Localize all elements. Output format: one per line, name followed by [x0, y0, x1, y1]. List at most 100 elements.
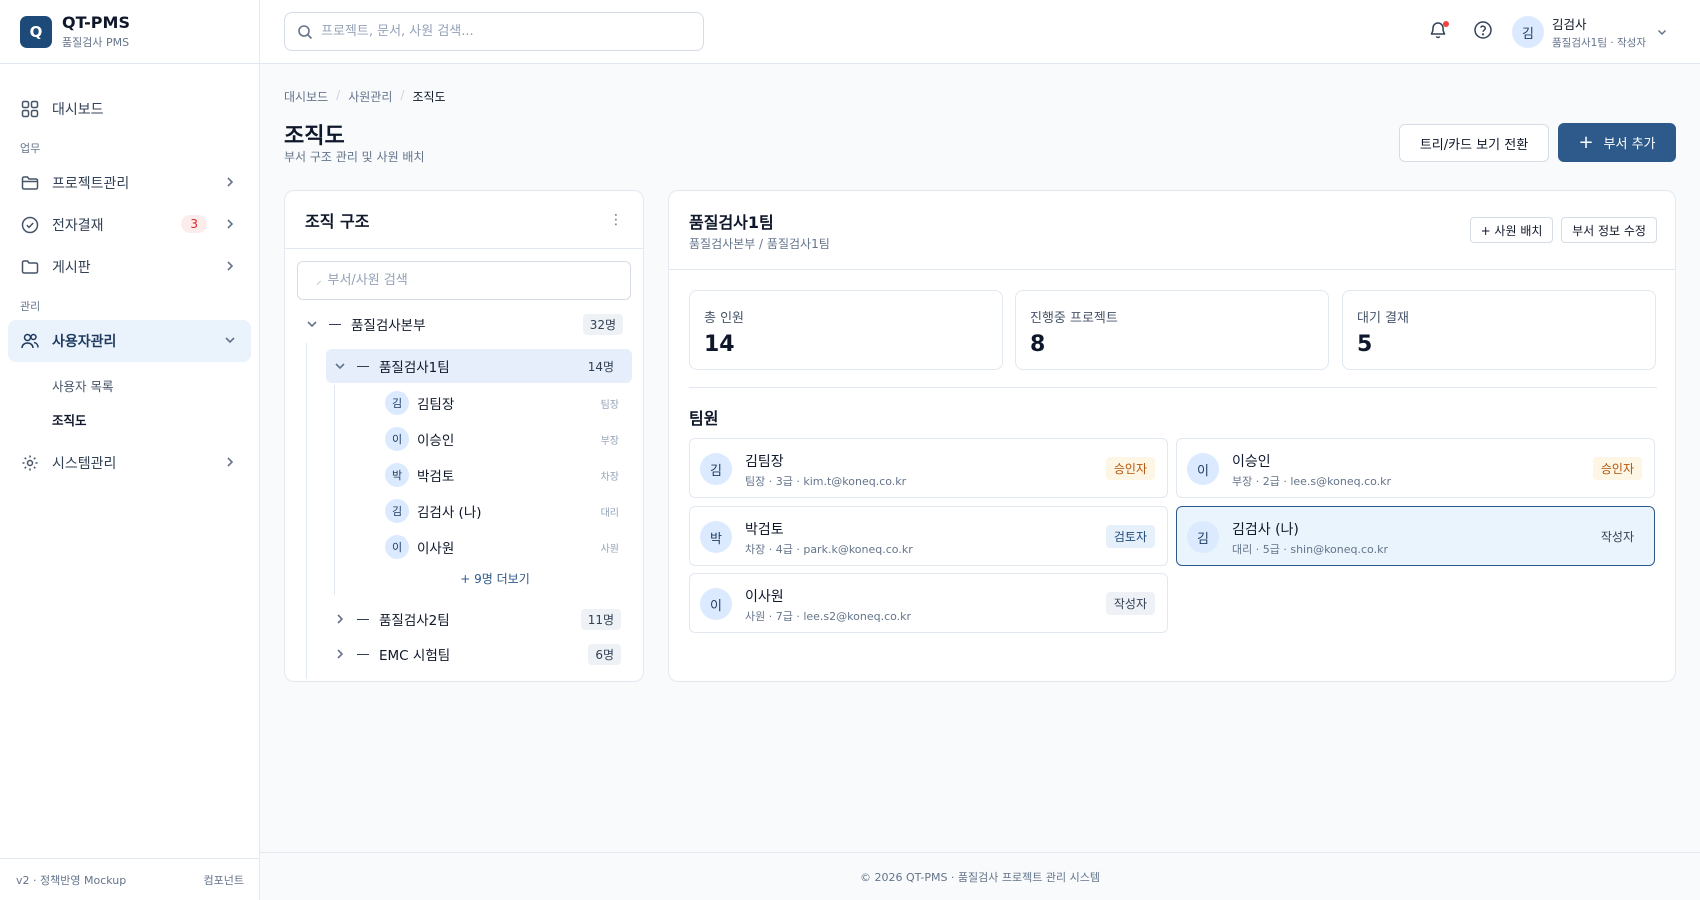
tree-member[interactable]: 박 박검토 차장: [385, 460, 619, 490]
avatar: 이: [385, 535, 409, 559]
department-detail-panel: 품질검사1팀 품질검사본부 / 품질검사1팀 + 사원 배치 부서 정보 수정 …: [668, 190, 1676, 682]
brand-logo: Q: [20, 15, 52, 48]
search-input[interactable]: [321, 24, 681, 39]
chevron-down-icon: [223, 333, 237, 347]
brand[interactable]: Q QT-PMS 품질검사 PMS: [0, 0, 259, 64]
sidebar-item-projects[interactable]: 프로젝트관리: [8, 162, 251, 204]
member-name: 이승인: [1232, 454, 1271, 470]
sidebar-item-system[interactable]: 시스템관리: [8, 442, 251, 484]
breadcrumb-current: 조직도: [412, 90, 446, 104]
help-icon[interactable]: [1473, 20, 1495, 42]
tree-node-label: 품질검사1팀: [379, 360, 450, 376]
breadcrumb-item[interactable]: 사원관리: [348, 88, 392, 105]
add-department-label: 부서 추가: [1603, 137, 1656, 152]
count-badge: 6명: [588, 643, 621, 665]
edit-department-button[interactable]: 부서 정보 수정: [1561, 217, 1657, 243]
count-badge: 14명: [587, 359, 614, 374]
tree-node-team2[interactable]: 품질검사2팀 11명: [333, 604, 629, 634]
sidebar-subitem-user-list[interactable]: 사용자 목록: [8, 368, 251, 402]
chevron-down-icon[interactable]: [305, 317, 319, 331]
tree-node-team1[interactable]: 품질검사1팀 14명: [333, 351, 629, 381]
avatar: 김: [1187, 521, 1219, 553]
global-search[interactable]: [284, 12, 704, 51]
avatar: 김: [385, 499, 409, 523]
grid-icon: [20, 99, 40, 119]
member-name: 박검토: [417, 469, 455, 485]
nav-section-work: 업무: [20, 142, 41, 155]
sidebar-footer: v2 · 정책반영 Mockup 컴포넌트: [0, 858, 260, 900]
member-card[interactable]: 이 이사원 사원 · 7급 · lee.s2@koneq.co.kr 작성자: [689, 573, 1168, 633]
sidebar-item-users[interactable]: 사용자관리: [8, 320, 251, 362]
member-meta: 팀장 · 3급 · kim.t@koneq.co.kr: [745, 475, 907, 488]
org-search[interactable]: ⸝: [297, 261, 631, 300]
chevron-right-icon[interactable]: [333, 612, 347, 626]
members-title: 팀원: [689, 409, 719, 428]
add-department-button[interactable]: + 부서 추가: [1558, 123, 1676, 162]
user-menu[interactable]: 김 김검사 품질검사1팀 · 작성자: [1512, 14, 1668, 50]
member-card[interactable]: 이 이승인 부장 · 2급 · lee.s@koneq.co.kr 승인자: [1176, 438, 1655, 498]
member-name: 박검토: [745, 522, 784, 538]
tree-member[interactable]: 이 이승인 부장: [385, 424, 619, 454]
org-structure-panel: 조직 구조 ⋮ ⸝ 품질검사본부 32명 품질검사1팀 14명 김 김팀장 팀장: [284, 190, 644, 682]
page-footer: © 2026 QT-PMS · 품질검사 프로젝트 관리 시스템: [260, 852, 1700, 900]
chevron-down-icon[interactable]: [333, 359, 347, 373]
show-more-link[interactable]: + 9명 더보기: [425, 570, 565, 587]
folder-open-icon: [20, 257, 40, 277]
sidebar-item-label: 전자결재: [52, 218, 104, 234]
nav-section-admin: 관리: [20, 300, 41, 313]
member-name: 이사원: [417, 541, 455, 557]
tree-member[interactable]: 김 김팀장 팀장: [385, 388, 619, 418]
plus-icon: +: [1578, 132, 1594, 153]
gear-icon: [20, 453, 40, 473]
sidebar-item-dashboard[interactable]: 대시보드: [8, 88, 251, 130]
notification-dot: [1443, 21, 1449, 27]
breadcrumb: 대시보드 / 사원관리 / 조직도: [284, 88, 446, 105]
sidebar-item-board[interactable]: 게시판: [8, 246, 251, 288]
member-card[interactable]: 김 김팀장 팀장 · 3급 · kim.t@koneq.co.kr 승인자: [689, 438, 1168, 498]
stat-value: 14: [704, 332, 735, 357]
chevron-down-icon: [1656, 26, 1668, 38]
tree-node-root[interactable]: 품질검사본부 32명: [305, 309, 631, 339]
more-vertical-icon[interactable]: ⋮: [609, 212, 623, 228]
member-meta: 부장 · 2급 · lee.s@koneq.co.kr: [1232, 475, 1392, 488]
role-badge: 작성자: [1600, 530, 1634, 544]
tree-node-label: 품질검사본부: [351, 318, 426, 334]
breadcrumb-item[interactable]: 대시보드: [284, 88, 328, 105]
count-badge: 11명: [580, 608, 621, 630]
member-card[interactable]: 박 박검토 차장 · 4급 · park.k@koneq.co.kr 검토자: [689, 506, 1168, 566]
role-badge: 작성자: [1105, 592, 1155, 615]
tree-node-label: 품질검사2팀: [379, 613, 450, 629]
tree-node-team3[interactable]: EMC 시험팀 6명: [333, 639, 629, 669]
member-meta: 차장 · 4급 · park.k@koneq.co.kr: [745, 543, 913, 556]
avatar: 박: [385, 463, 409, 487]
avatar: 김: [385, 391, 409, 415]
search-icon: ⸝: [316, 274, 322, 287]
sidebar-item-approval[interactable]: 전자결재 3: [8, 204, 251, 246]
sidebar-nav: 대시보드 업무 프로젝트관리 전자결재 3 게시판 관리 사용자관리 사용자 목…: [0, 64, 259, 496]
department-path: 품질검사본부 / 품질검사1팀: [689, 237, 830, 251]
stat-card-approvals: 대기 결재 5: [1342, 290, 1656, 370]
role-badge: 승인자: [1105, 457, 1155, 480]
chevron-right-icon[interactable]: [333, 647, 347, 661]
assign-member-button[interactable]: + 사원 배치: [1470, 217, 1553, 243]
toggle-view-button[interactable]: 트리/카드 보기 전환: [1399, 124, 1549, 162]
tree-member[interactable]: 이 이사원 사원: [385, 532, 619, 562]
stat-card-total: 총 인원 14: [689, 290, 1003, 370]
avatar: 김: [700, 453, 732, 485]
count-badge: 32명: [582, 313, 623, 335]
member-role: 차장: [600, 471, 619, 483]
avatar: 박: [700, 521, 732, 553]
role-badge: 검토자: [1105, 525, 1155, 548]
user-name: 김검사: [1552, 17, 1587, 32]
member-name: 이승인: [417, 433, 455, 449]
page-subtitle: 부서 구조 관리 및 사원 배치: [284, 150, 425, 164]
components-link[interactable]: 컴포넌트: [204, 872, 244, 888]
tree-node-label: EMC 시험팀: [379, 648, 451, 664]
sidebar-item-label: 게시판: [52, 260, 91, 276]
tree-member[interactable]: 김 김검사 (나) 대리: [385, 496, 619, 526]
org-search-input[interactable]: [327, 273, 608, 288]
member-name: 이사원: [745, 589, 784, 605]
member-card-selected[interactable]: 김 김검사 (나) 대리 · 5급 · shin@koneq.co.kr 작성자: [1176, 506, 1655, 566]
member-name: 김검사 (나): [417, 505, 482, 521]
sidebar-subitem-org-chart[interactable]: 조직도: [8, 402, 251, 436]
